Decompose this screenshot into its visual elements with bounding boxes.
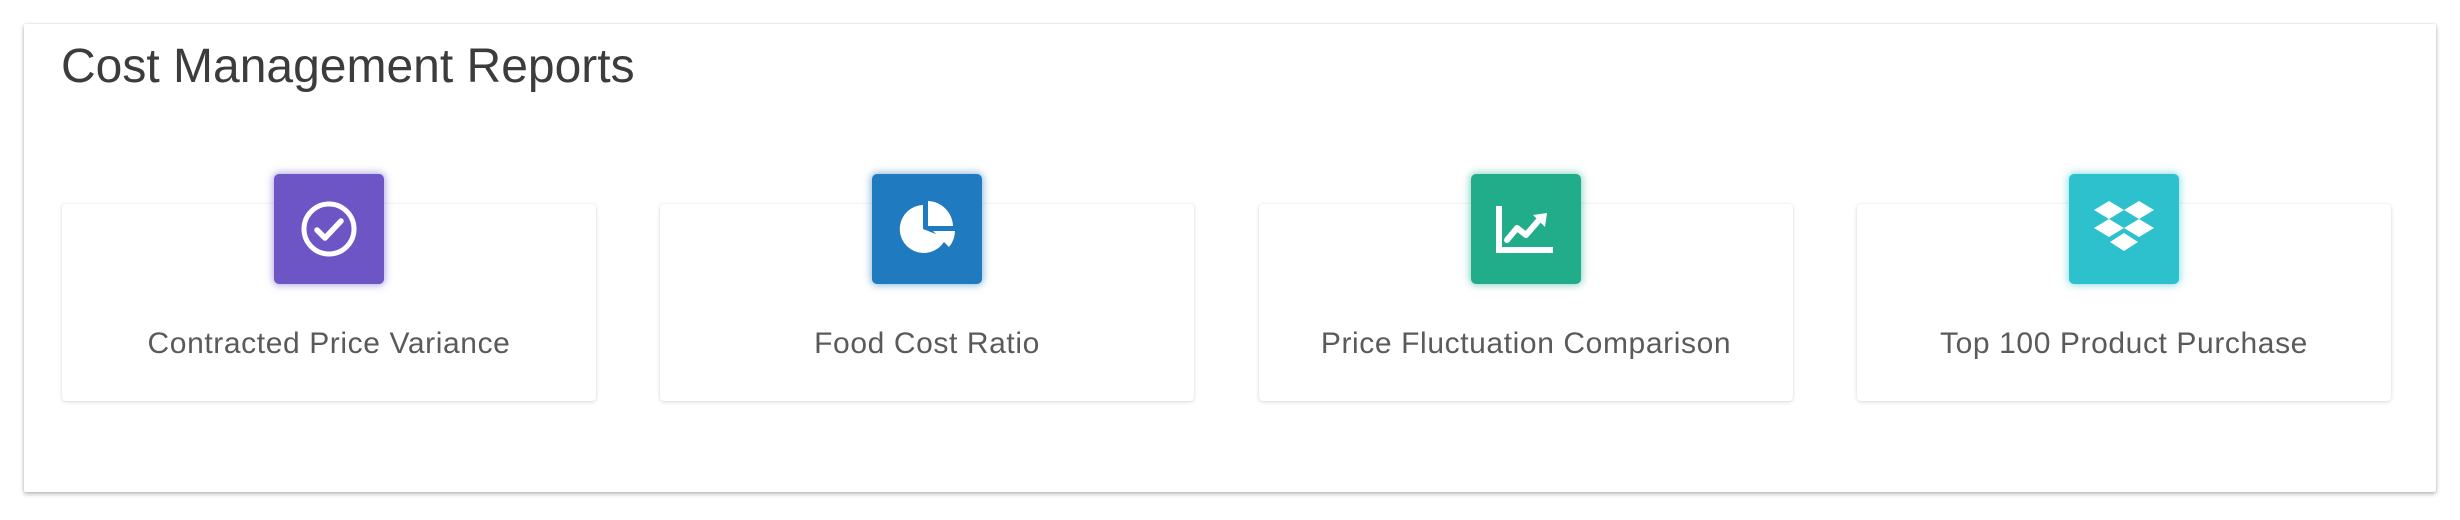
check-circle-icon [299, 199, 359, 259]
cost-management-reports-panel: Cost Management Reports Contracted Price… [24, 24, 2436, 492]
report-card-top-100-product-purchase[interactable]: Top 100 Product Purchase [1857, 174, 2391, 401]
panel-title: Cost Management Reports [61, 40, 635, 93]
card-label: Price Fluctuation Comparison [1320, 327, 1732, 360]
report-card-price-fluctuation-comparison[interactable]: Price Fluctuation Comparison [1259, 174, 1793, 401]
report-icon-tile [274, 174, 384, 284]
area-chart-icon [1495, 202, 1557, 256]
report-card-contracted-price-variance[interactable]: Contracted Price Variance [62, 174, 596, 401]
dropbox-icon [2091, 198, 2157, 260]
report-card-food-cost-ratio[interactable]: Food Cost Ratio [660, 174, 1194, 401]
card-label: Top 100 Product Purchase [1940, 327, 2308, 360]
report-icon-tile [872, 174, 982, 284]
card-label: Contracted Price Variance [147, 327, 511, 360]
report-icon-tile [2069, 174, 2179, 284]
card-label: Food Cost Ratio [814, 327, 1040, 360]
pie-chart-icon [895, 197, 959, 261]
report-icon-tile [1471, 174, 1581, 284]
